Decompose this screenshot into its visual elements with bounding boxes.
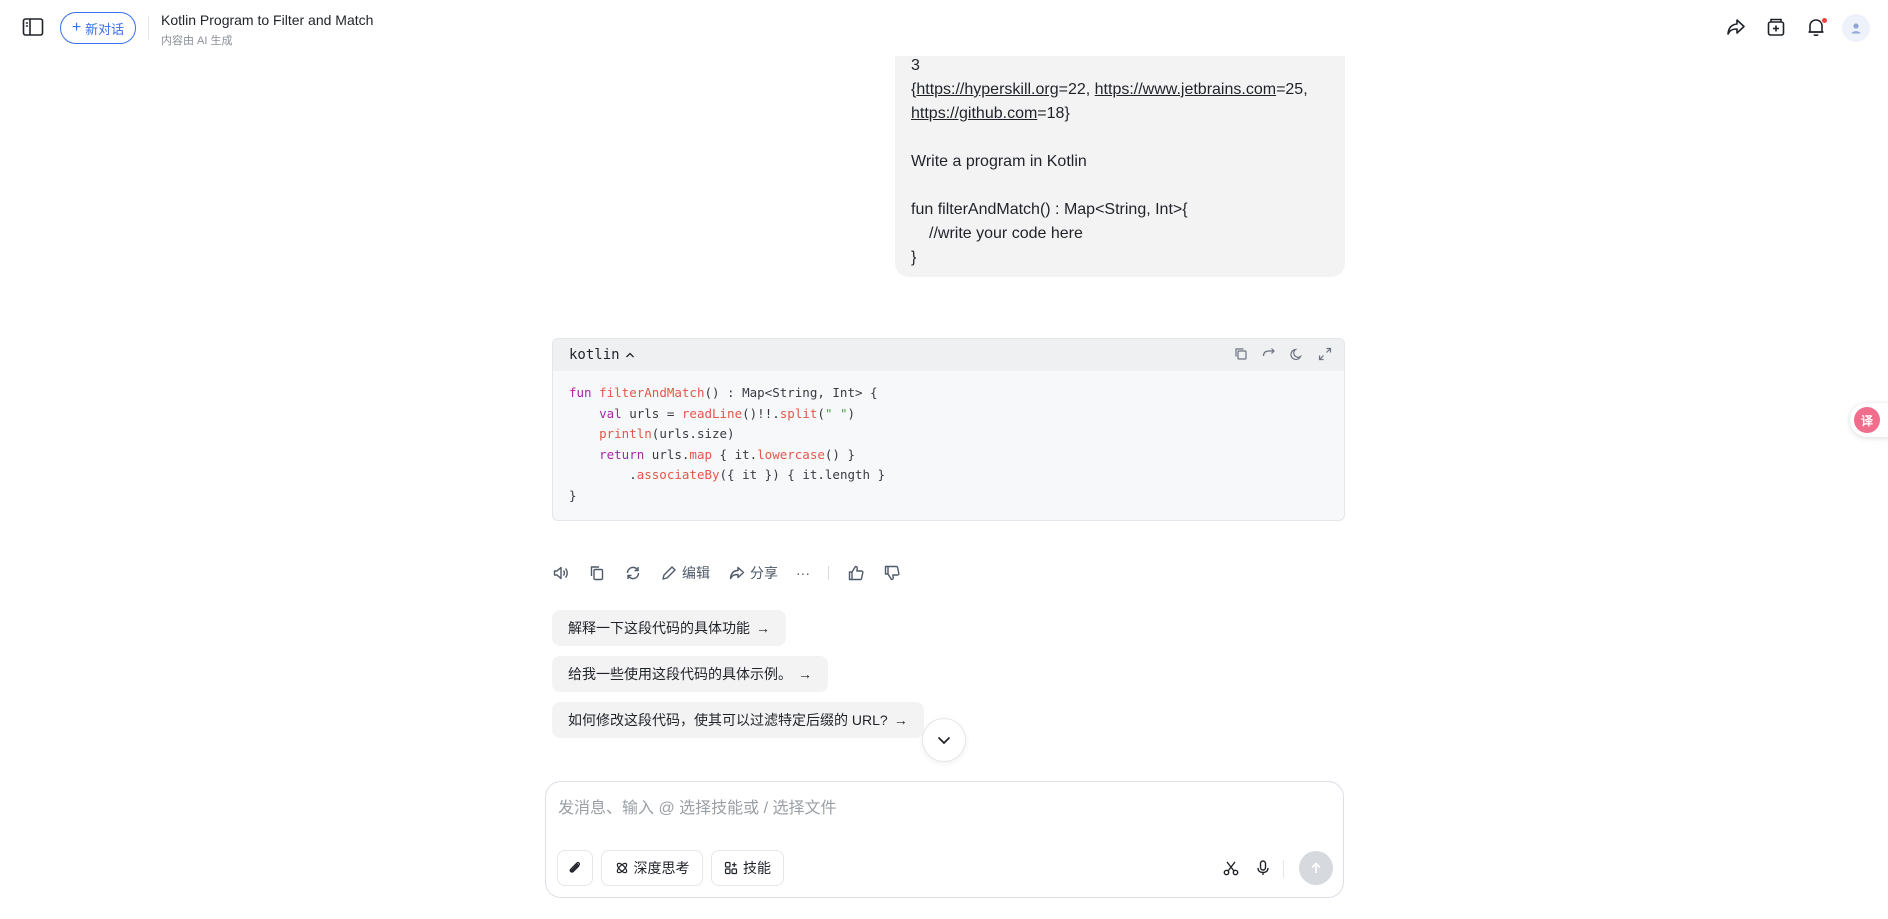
arrow-right-icon: → [756, 620, 770, 636]
paperclip-icon [569, 861, 581, 873]
link-github[interactable]: https://github.com [911, 105, 1037, 122]
message-line: {https://hyperskill.org=22, https://www.… [911, 81, 1308, 98]
share-label: 分享 [750, 565, 778, 581]
arrow-right-icon: → [798, 666, 812, 682]
message-line: 3 [911, 57, 920, 74]
action-divider [828, 566, 829, 580]
message-line: } [911, 249, 917, 266]
edit-icon [662, 566, 676, 580]
skills-grid-icon [724, 861, 738, 875]
skills-label: 技能 [743, 860, 771, 876]
chat-subtitle: 内容由 AI 生成 [161, 35, 233, 47]
suggestion-chip[interactable]: 如何修改这段代码，使其可以过滤特定后缀的 URL? → [552, 702, 924, 738]
plus-icon: + [71, 18, 82, 36]
attach-file-button[interactable] [557, 850, 593, 886]
user-message-bubble: 3 {https://hyperskill.org=22, https://ww… [895, 40, 1345, 277]
code-block: kotlin fun filterAndMatch() : Map<String… [552, 338, 1345, 521]
code-line: println(urls.size) [599, 426, 735, 441]
translate-icon: 译 [1854, 407, 1880, 433]
chat-title: Kotlin Program to Filter and Match [161, 12, 374, 28]
read-aloud-icon[interactable] [552, 564, 570, 582]
code-block-header: kotlin [553, 339, 1344, 371]
code-body: fun filterAndMatch() : Map<String, Int> … [553, 371, 1344, 518]
code-language-label: kotlin [569, 347, 620, 363]
message-line: //write your code here [929, 225, 1083, 242]
suggestion-chip[interactable]: 解释一下这段代码的具体功能 → [552, 610, 786, 646]
suggestion-text: 解释一下这段代码的具体功能 [568, 620, 750, 636]
share-icon [729, 566, 745, 580]
composer-divider [1283, 860, 1284, 878]
code-line: .associateBy({ it }) { it.length } [569, 467, 886, 482]
arrow-right-icon: → [893, 712, 908, 728]
sidebar-toggle-icon[interactable] [22, 17, 46, 39]
thumbs-up-icon[interactable] [847, 564, 865, 582]
code-line: } [569, 487, 577, 503]
translate-widget[interactable]: 译 [1850, 403, 1888, 437]
scissors-icon[interactable] [1221, 858, 1241, 878]
more-button[interactable]: ··· [796, 565, 810, 581]
skills-button[interactable]: 技能 [711, 850, 784, 886]
share-button[interactable]: 分享 [728, 563, 778, 583]
user-avatar[interactable] [1842, 14, 1870, 42]
deep-think-label: 深度思考 [633, 860, 690, 876]
microphone-icon[interactable] [1253, 858, 1273, 878]
send-button[interactable] [1299, 851, 1333, 885]
regenerate-icon[interactable] [624, 564, 642, 582]
suggestion-text: 给我一些使用这段代码的具体示例。 [568, 666, 792, 682]
dark-mode-icon[interactable] [1290, 347, 1306, 363]
chevron-up-icon [625, 352, 634, 358]
chevron-down-icon [937, 736, 951, 745]
edit-label: 编辑 [682, 565, 710, 581]
edit-button[interactable]: 编辑 [660, 563, 710, 583]
new-chat-button[interactable]: + 新对话 [60, 12, 136, 44]
add-to-collection-icon[interactable] [1765, 16, 1789, 40]
more-icon: ··· [796, 565, 810, 581]
code-line: val urls = readLine()!!.split(" ") [599, 405, 856, 421]
message-input[interactable] [558, 794, 1328, 824]
scroll-to-bottom-button[interactable] [922, 718, 966, 762]
atom-icon [616, 862, 627, 874]
link-hyperskill[interactable]: https://hyperskill.org [916, 81, 1058, 98]
code-language-toggle[interactable]: kotlin [569, 347, 636, 363]
copy-icon[interactable] [588, 564, 606, 582]
code-tools [1234, 347, 1334, 363]
new-chat-label: 新对话 [85, 21, 125, 37]
header-divider [148, 16, 149, 40]
message-line: https://github.com=18} [911, 105, 1070, 122]
wrap-lines-icon[interactable] [1262, 347, 1278, 363]
code-line: return urls.map { it.lowercase() } [599, 446, 855, 462]
notification-dot [1821, 17, 1828, 24]
expand-icon[interactable] [1318, 347, 1334, 363]
thumbs-down-icon[interactable] [883, 564, 901, 582]
message-line: fun filterAndMatch() : Map<String, Int>{ [911, 201, 1188, 218]
top-header: + 新对话 Kotlin Program to Filter and Match… [0, 0, 1888, 56]
link-jetbrains[interactable]: https://www.jetbrains.com [1095, 81, 1276, 98]
copy-code-icon[interactable] [1234, 347, 1250, 363]
arrow-up-icon [1311, 862, 1321, 873]
message-line: Write a program in Kotlin [911, 153, 1087, 170]
suggestion-chip[interactable]: 给我一些使用这段代码的具体示例。 → [552, 656, 828, 692]
code-line: fun filterAndMatch() : Map<String, Int> … [569, 385, 878, 400]
share-icon[interactable] [1725, 16, 1749, 40]
deep-think-button[interactable]: 深度思考 [601, 850, 703, 886]
message-composer: 深度思考 技能 [545, 781, 1344, 898]
message-action-bar: 编辑 分享 ··· [552, 561, 919, 585]
notification-bell-icon[interactable] [1805, 16, 1829, 40]
suggestion-text: 如何修改这段代码，使其可以过滤特定后缀的 URL? [568, 712, 888, 728]
